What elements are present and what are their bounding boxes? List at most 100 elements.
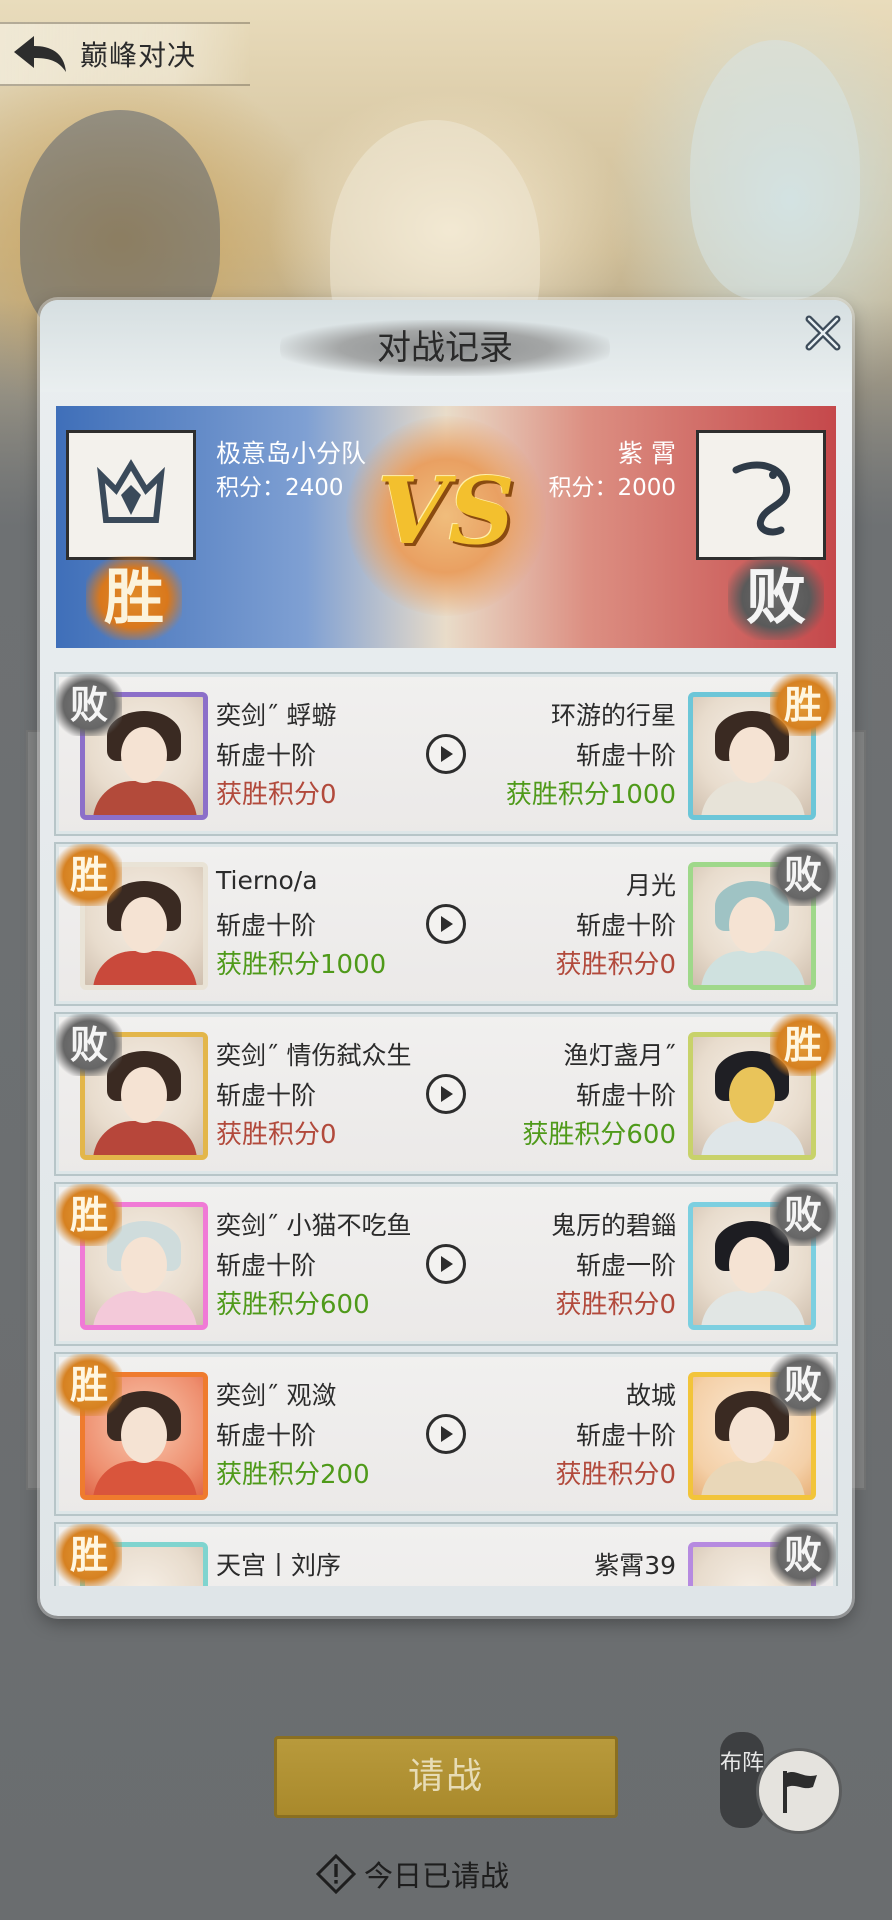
replay-button[interactable] (426, 734, 466, 774)
result-stamp-left: 胜 (56, 1184, 122, 1246)
avatar-face (729, 1067, 775, 1123)
player-name-right: 故城 (625, 1381, 676, 1410)
team-score-left: 积分：2400 (216, 475, 344, 501)
formation-button[interactable]: 布阵 (714, 1722, 844, 1842)
player-points-right: 获胜积分0 (555, 1290, 676, 1320)
match-row: 胜 天宫丨刘序 紫霄39 败 (54, 1522, 838, 1586)
result-stamp-right: 败 (770, 1184, 836, 1246)
result-stamp-right: 败 (728, 556, 824, 640)
player-points-left: 获胜积分0 (216, 780, 337, 810)
dialog-header: 对战记录 (40, 300, 852, 392)
avatar-face (729, 897, 775, 953)
avatar-robe (93, 1291, 197, 1325)
player-points-right: 获胜积分0 (555, 950, 676, 980)
match-row: 败 奕剑˝ 蜉蝣 斩虚十阶 获胜积分0 环游的行星 斩虚十阶 获胜积分1000 … (54, 672, 838, 836)
match-row: 胜 奕剑˝ 小猫不吃鱼 斩虚十阶 获胜积分600 鬼厉的碧錙 斩虚一阶 获胜积分… (54, 1182, 838, 1346)
flag-icon (783, 1771, 817, 1813)
player-points-left: 获胜积分200 (216, 1460, 370, 1490)
team-emblem-left (66, 430, 196, 560)
daily-status: 今日已请战 (316, 1852, 509, 1896)
player-name-left: 奕剑˝ 情伤弑众生 (216, 1041, 412, 1070)
dragon-emblem-icon (732, 461, 791, 536)
replay-button[interactable] (426, 1244, 466, 1284)
play-icon (441, 916, 453, 932)
player-points-right: 获胜积分0 (555, 1460, 676, 1490)
team-name-left: 极意岛小分队 (216, 439, 367, 468)
player-rank-left: 斩虚十阶 (216, 1251, 317, 1280)
vs-logo: VS (377, 457, 515, 565)
team-emblem-right (696, 430, 826, 560)
result-stamp-right: 败 (770, 1524, 836, 1586)
player-name-left: 天宫丨刘序 (216, 1551, 342, 1580)
avatar-face (121, 897, 167, 953)
player-name-right: 环游的行星 (550, 701, 676, 730)
avatar-robe (93, 951, 197, 985)
team-score-right: 积分：2000 (548, 475, 676, 501)
avatar-face (729, 727, 775, 783)
avatar-face (121, 1237, 167, 1293)
player-rank-left: 斩虚十阶 (216, 911, 317, 940)
avatar-face (121, 1407, 167, 1463)
crown-emblem-icon (97, 459, 165, 523)
play-icon (441, 746, 453, 762)
player-rank-left: 斩虚十阶 (216, 1421, 317, 1450)
battle-record-dialog: 对战记录 极意岛小分队 积分：2400 VS 紫 霄 积分：2000 胜 败 败… (40, 300, 852, 1616)
player-rank-right: 斩虚一阶 (575, 1251, 676, 1280)
match-row: 胜 Tierno/a 斩虚十阶 获胜积分1000 月光 斩虚十阶 获胜积分0 败 (54, 842, 838, 1006)
play-icon (441, 1256, 453, 1272)
avatar-face (121, 1067, 167, 1123)
avatar-robe (93, 1461, 197, 1495)
match-row: 胜 奕剑˝ 观潋 斩虚十阶 获胜积分200 故城 斩虚十阶 获胜积分0 败 (54, 1352, 838, 1516)
player-name-right: 鬼厉的碧錙 (550, 1211, 676, 1240)
player-points-right: 获胜积分600 (522, 1120, 676, 1150)
player-name-right: 紫霄39 (594, 1551, 676, 1580)
player-points-left: 获胜积分600 (216, 1290, 370, 1320)
avatar-face (729, 1407, 775, 1463)
player-name-right: 渔灯盏月˝ (563, 1041, 676, 1070)
player-rank-right: 斩虚十阶 (575, 741, 676, 770)
close-icon (805, 315, 841, 351)
player-points-left: 获胜积分0 (216, 1120, 337, 1150)
avatar-robe (701, 1461, 805, 1495)
play-icon (441, 1426, 453, 1442)
player-rank-left: 斩虚十阶 (216, 741, 317, 770)
result-stamp-right: 败 (770, 1354, 836, 1416)
page-title: 巅峰对决 (80, 39, 197, 72)
match-row: 败 奕剑˝ 情伤弑众生 斩虚十阶 获胜积分0 渔灯盏月˝ 斩虚十阶 获胜积分60… (54, 1012, 838, 1176)
result-stamp-left: 败 (56, 1014, 122, 1076)
match-list[interactable]: 败 奕剑˝ 蜉蝣 斩虚十阶 获胜积分0 环游的行星 斩虚十阶 获胜积分1000 … (54, 672, 838, 1586)
player-points-right: 获胜积分1000 (505, 780, 676, 810)
formation-circle (756, 1748, 842, 1834)
avatar-robe (701, 781, 805, 815)
top-bar: 巅峰对决 (0, 22, 250, 86)
result-stamp-left: 胜 (56, 1524, 122, 1586)
player-name-left: Tierno/a (216, 866, 318, 895)
avatar-robe (93, 781, 197, 815)
replay-button[interactable] (426, 904, 466, 944)
back-arrow-icon (14, 36, 66, 72)
challenge-button[interactable]: 请战 (274, 1736, 618, 1818)
result-stamp-left: 胜 (86, 556, 182, 640)
avatar-robe (93, 1121, 197, 1155)
player-rank-right: 斩虚十阶 (575, 1081, 676, 1110)
result-stamp-right: 胜 (770, 1014, 836, 1076)
warning-icon (316, 1854, 356, 1894)
replay-button[interactable] (426, 1074, 466, 1114)
close-button[interactable] (798, 308, 848, 358)
player-rank-left: 斩虚十阶 (216, 1081, 317, 1110)
status-text: 今日已请战 (364, 1859, 510, 1893)
player-points-left: 获胜积分1000 (216, 950, 387, 980)
player-name-left: 奕剑˝ 小猫不吃鱼 (216, 1211, 412, 1240)
team-name-right: 紫 霄 (618, 439, 676, 468)
player-name-right: 月光 (625, 871, 676, 900)
avatar-face (121, 727, 167, 783)
background-character-right (690, 40, 860, 300)
result-stamp-left: 胜 (56, 844, 122, 906)
player-rank-right: 斩虚十阶 (575, 1421, 676, 1450)
back-button[interactable] (0, 24, 80, 84)
player-name-left: 奕剑˝ 蜉蝣 (216, 701, 337, 730)
avatar-face (729, 1237, 775, 1293)
result-stamp-right: 败 (770, 844, 836, 906)
replay-button[interactable] (426, 1414, 466, 1454)
result-stamp-left: 败 (56, 674, 122, 736)
